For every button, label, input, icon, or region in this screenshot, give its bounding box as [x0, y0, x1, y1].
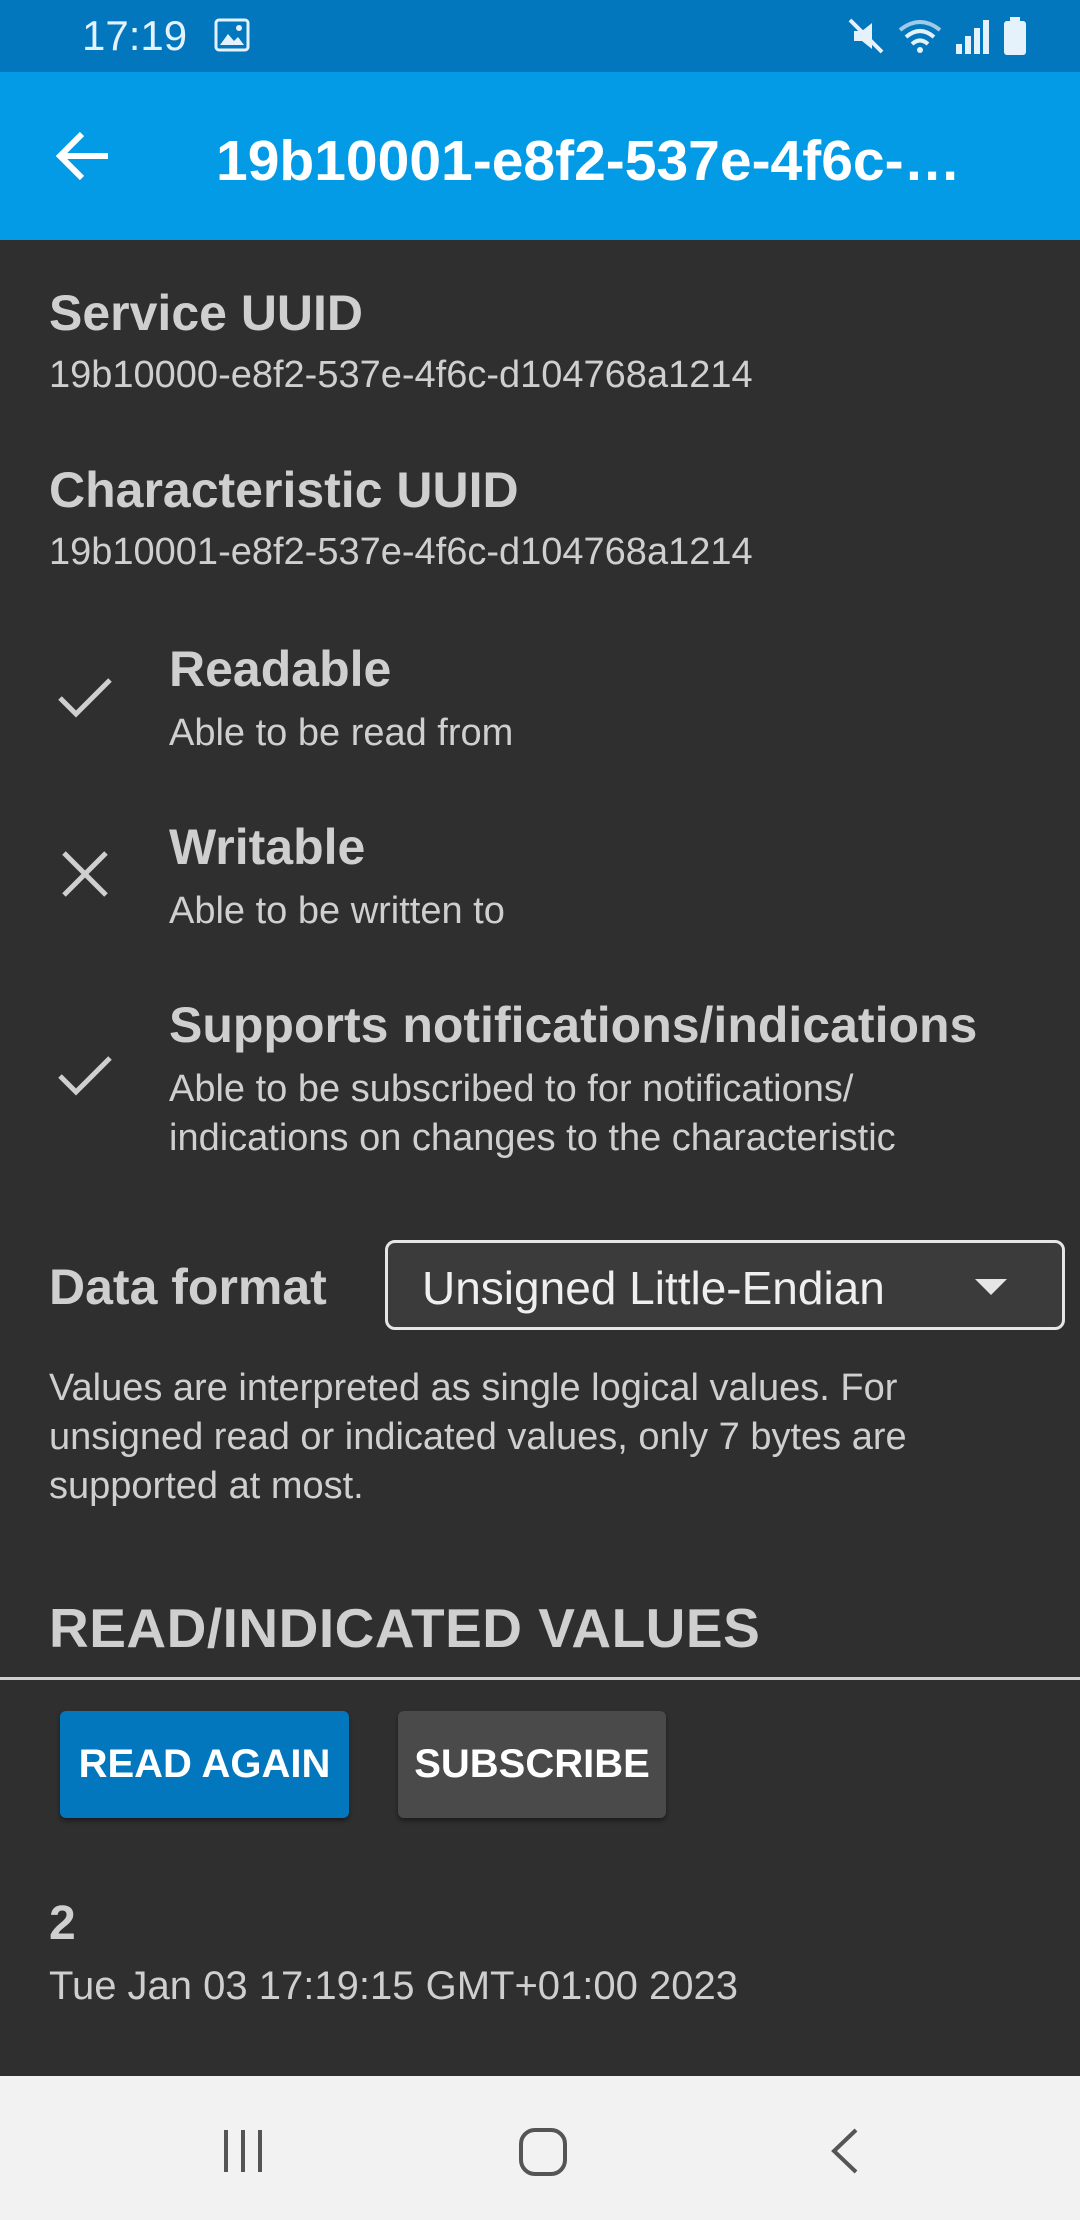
status-bar: 17:19: [0, 0, 1080, 72]
wifi-icon: [898, 20, 942, 53]
service-uuid-value: 19b10000-e8f2-537e-4f6c-d104768a1214: [49, 354, 753, 396]
section-divider: [0, 1677, 1080, 1680]
battery-icon: [1004, 17, 1026, 55]
property-notifications-title: Supports notifications/indications: [169, 997, 978, 1053]
property-readable-description: Able to be read from: [169, 712, 514, 754]
status-icons: [846, 16, 1028, 56]
characteristic-uuid-label: Characteristic UUID: [49, 462, 519, 518]
check-icon: [58, 678, 112, 718]
recent-apps-icon[interactable]: [218, 2126, 268, 2176]
dropdown-arrow-icon: [975, 1279, 1007, 1295]
property-writable-description: Able to be written to: [169, 890, 505, 932]
data-format-dropdown[interactable]: Unsigned Little-Endian: [385, 1240, 1065, 1330]
property-readable-title: Readable: [169, 641, 392, 697]
system-navigation-bar: [0, 2076, 1080, 2220]
section-title: READ/INDICATED VALUES: [49, 1597, 761, 1659]
property-notifications-description: Able to be subscribed to for notificatio…: [169, 1068, 896, 1159]
signal-icon: [956, 20, 989, 54]
subscribe-button[interactable]: SUBSCRIBE: [398, 1711, 666, 1818]
home-icon[interactable]: [517, 2126, 569, 2178]
data-format-info: Values are interpreted as single logical…: [49, 1367, 907, 1507]
back-arrow-icon[interactable]: [52, 124, 116, 188]
back-icon[interactable]: [826, 2126, 866, 2176]
characteristic-uuid-value: 19b10001-e8f2-537e-4f6c-d104768a1214: [49, 531, 753, 573]
close-icon: [62, 851, 108, 897]
gallery-notification-icon: [214, 18, 250, 52]
property-writable-title: Writable: [169, 819, 366, 875]
mute-icon: [848, 18, 884, 54]
service-uuid-label: Service UUID: [49, 285, 364, 341]
reading-timestamp: Tue Jan 03 17:19:15 GMT+01:00 2023: [49, 1964, 739, 2008]
data-format-selected-value: Unsigned Little-Endian: [422, 1262, 885, 1314]
page-title: 19b10001-e8f2-537e-4f6c-…: [216, 129, 961, 193]
status-time: 17:19: [82, 12, 188, 59]
data-format-label: Data format: [49, 1259, 327, 1315]
check-icon: [58, 1056, 112, 1096]
app-bar: 19b10001-e8f2-537e-4f6c-…: [0, 72, 1080, 240]
read-again-button[interactable]: READ AGAIN: [60, 1711, 349, 1818]
reading-value: 2: [49, 1897, 76, 1950]
